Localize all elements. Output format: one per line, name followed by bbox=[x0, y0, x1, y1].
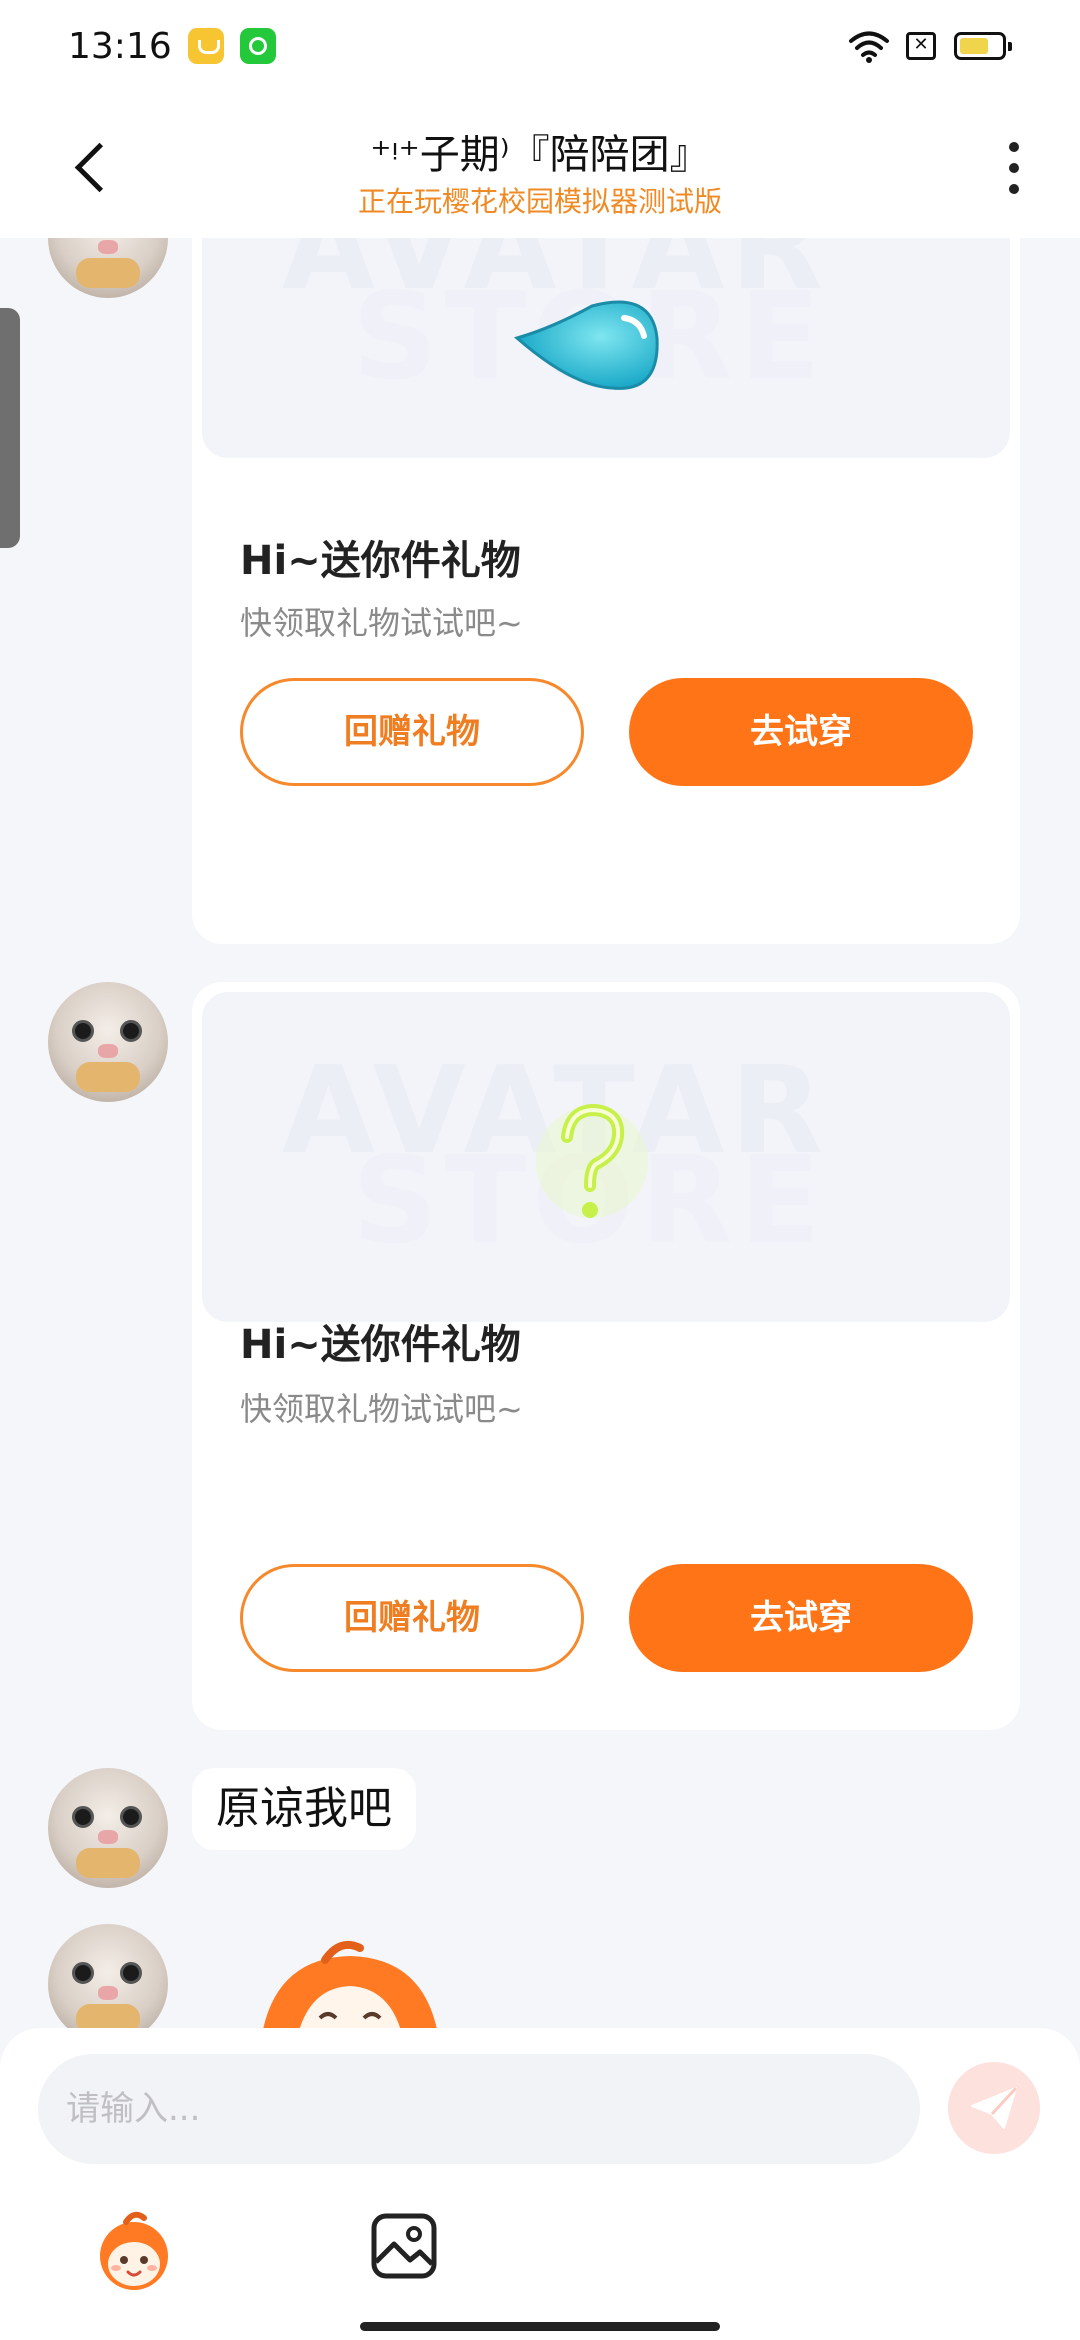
gift-description: 快领取礼物试试吧~ bbox=[240, 604, 523, 642]
no-sim-icon: ✕ bbox=[906, 32, 936, 60]
return-gift-button[interactable]: 回赠礼物 bbox=[240, 678, 584, 786]
message-input[interactable] bbox=[38, 2054, 920, 2164]
sender-avatar[interactable] bbox=[48, 1924, 168, 2028]
input-bar bbox=[0, 2028, 1080, 2340]
gift-card: AVATAR STORE Hi~送你件礼物 快领取礼物试试吧~ 回赠礼物 去试穿 bbox=[192, 238, 1020, 944]
gift-title: Hi~送你件礼物 bbox=[240, 1322, 521, 1368]
return-gift-button[interactable]: 回赠礼物 bbox=[240, 1564, 584, 1672]
question-mark-icon bbox=[536, 1103, 648, 1218]
send-icon bbox=[971, 2086, 1018, 2129]
gift-description: 快领取礼物试试吧~ bbox=[240, 1390, 523, 1428]
gift-preview[interactable]: AVATAR STORE bbox=[202, 992, 1010, 1322]
side-drawer-handle[interactable] bbox=[0, 308, 20, 548]
battery-icon bbox=[954, 32, 1012, 60]
gift-preview[interactable]: AVATAR STORE bbox=[202, 238, 1010, 458]
emoji-character-icon[interactable] bbox=[92, 2210, 176, 2294]
sender-avatar[interactable] bbox=[48, 1768, 168, 1888]
cartoon-character-sticker[interactable] bbox=[250, 1938, 450, 2028]
send-button[interactable] bbox=[948, 2062, 1040, 2154]
text-message[interactable]: 原谅我吧 bbox=[192, 1768, 416, 1850]
chat-title: ⁺ᵎ⁺子期⁾『陪陪团』 bbox=[370, 132, 710, 178]
image-icon[interactable] bbox=[370, 2212, 438, 2280]
status-time: 13:16 bbox=[68, 26, 172, 67]
home-indicator[interactable] bbox=[360, 2322, 720, 2331]
sender-avatar[interactable] bbox=[48, 238, 168, 298]
try-on-button[interactable]: 去试穿 bbox=[629, 1564, 973, 1672]
more-options-button[interactable] bbox=[994, 138, 1034, 198]
chat-header: ⁺ᵎ⁺子期⁾『陪陪团』 正在玩樱花校园模拟器测试版 bbox=[0, 96, 1080, 238]
gift-title: Hi~送你件礼物 bbox=[240, 538, 521, 584]
gift-card: AVATAR STORE Hi~送你件礼物 快领取礼物试试吧~ 回赠礼物 去试穿 bbox=[192, 982, 1020, 1730]
try-on-button[interactable]: 去试穿 bbox=[629, 678, 973, 786]
wifi-icon bbox=[849, 31, 889, 63]
status-bar: 13:16 ✕ bbox=[0, 0, 1080, 96]
water-drop-icon bbox=[513, 300, 659, 390]
message-list[interactable]: AVATAR STORE Hi~送你件礼物 快领取礼物试试吧~ 回赠礼物 去试穿… bbox=[0, 238, 1080, 2028]
chat-subtitle: 正在玩樱花校园模拟器测试版 bbox=[357, 185, 722, 218]
notification-app-icon bbox=[188, 28, 224, 64]
notification-chat-icon bbox=[240, 28, 276, 64]
sender-avatar[interactable] bbox=[48, 982, 168, 1102]
